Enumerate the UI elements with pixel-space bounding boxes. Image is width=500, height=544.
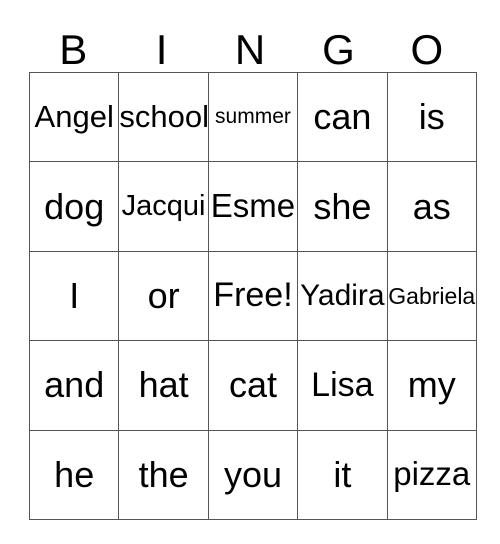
bingo-cell-label: the bbox=[138, 453, 189, 495]
bingo-cell[interactable]: Lisa bbox=[297, 340, 388, 431]
bingo-card: B I N G O Angel school summer can is dog… bbox=[28, 10, 477, 520]
bingo-header-letter-g: G bbox=[322, 26, 355, 73]
bingo-cell-label: you bbox=[223, 453, 282, 495]
bingo-header-letter-b: B bbox=[59, 26, 88, 73]
bingo-row: and hat cat Lisa my bbox=[28, 340, 477, 431]
bingo-cell-label: Esme bbox=[210, 187, 296, 225]
bingo-cell[interactable]: hat bbox=[118, 340, 209, 431]
bingo-cell-label: cat bbox=[228, 364, 277, 406]
bingo-cell[interactable]: it bbox=[297, 429, 388, 520]
bingo-header-letter-o: O bbox=[410, 26, 444, 73]
bingo-cell-free-space[interactable]: Free! bbox=[207, 250, 299, 342]
bingo-cell-label: and bbox=[44, 364, 105, 406]
bingo-cell[interactable]: Angel bbox=[28, 71, 120, 163]
bingo-cell-label: dog bbox=[44, 185, 105, 227]
bingo-cell-label: is bbox=[418, 96, 445, 138]
bingo-cell-label: can bbox=[313, 96, 372, 138]
bingo-cell[interactable]: summer bbox=[207, 71, 299, 163]
bingo-row: Angel school summer can is bbox=[28, 71, 477, 163]
bingo-cell-label: or bbox=[147, 275, 180, 317]
bingo-cell-label: hat bbox=[138, 364, 189, 406]
bingo-cell-label: he bbox=[54, 453, 95, 495]
bingo-cell-label: Jacqui bbox=[121, 190, 206, 223]
bingo-cell[interactable]: or bbox=[118, 250, 209, 342]
bingo-row: I or Free! Yadira Gabriela bbox=[28, 250, 477, 342]
bingo-cell[interactable]: Gabriela bbox=[386, 250, 477, 342]
bingo-row: dog Jacqui Esme she as bbox=[28, 161, 477, 252]
bingo-cell-label: I bbox=[69, 275, 80, 317]
bingo-cell[interactable]: is bbox=[386, 71, 477, 163]
bingo-cell-label: Gabriela bbox=[388, 282, 476, 309]
bingo-cell-label: she bbox=[313, 185, 372, 227]
bingo-cell[interactable]: pizza bbox=[386, 429, 477, 520]
bingo-cell[interactable]: Esme bbox=[207, 161, 299, 252]
bingo-cell[interactable]: as bbox=[386, 161, 477, 252]
bingo-cell-label: it bbox=[333, 453, 352, 495]
bingo-cell[interactable]: Jacqui bbox=[118, 161, 209, 252]
bingo-cell[interactable]: the bbox=[118, 429, 209, 520]
bingo-grid: Angel school summer can is dog Jacqui Es… bbox=[28, 71, 477, 520]
bingo-cell-label: summer bbox=[215, 105, 291, 129]
bingo-cell-label: Angel bbox=[34, 98, 114, 134]
bingo-row: he the you it pizza bbox=[28, 429, 477, 520]
bingo-header-row: B I N G O bbox=[29, 10, 471, 72]
bingo-cell-label: school bbox=[119, 98, 209, 134]
bingo-cell[interactable]: cat bbox=[207, 340, 299, 431]
bingo-cell[interactable]: he bbox=[28, 429, 120, 520]
bingo-free-space-label: Free! bbox=[213, 276, 293, 315]
bingo-cell[interactable]: can bbox=[297, 71, 388, 163]
bingo-cell[interactable]: she bbox=[297, 161, 388, 252]
bingo-cell-label: Lisa bbox=[311, 365, 374, 404]
bingo-cell-label: my bbox=[407, 364, 456, 406]
bingo-header-letter-i: I bbox=[155, 26, 168, 73]
bingo-header-letter-n: N bbox=[234, 26, 266, 73]
bingo-cell-label: as bbox=[412, 185, 451, 227]
bingo-cell-label: Yadira bbox=[300, 279, 385, 313]
bingo-cell[interactable]: school bbox=[118, 71, 209, 163]
bingo-cell[interactable]: you bbox=[207, 429, 299, 520]
bingo-cell[interactable]: I bbox=[28, 250, 120, 342]
bingo-cell[interactable]: Yadira bbox=[297, 250, 388, 342]
bingo-cell-label: pizza bbox=[393, 455, 471, 493]
bingo-cell[interactable]: my bbox=[386, 340, 477, 431]
bingo-cell[interactable]: dog bbox=[28, 161, 120, 252]
bingo-cell[interactable]: and bbox=[28, 340, 120, 431]
